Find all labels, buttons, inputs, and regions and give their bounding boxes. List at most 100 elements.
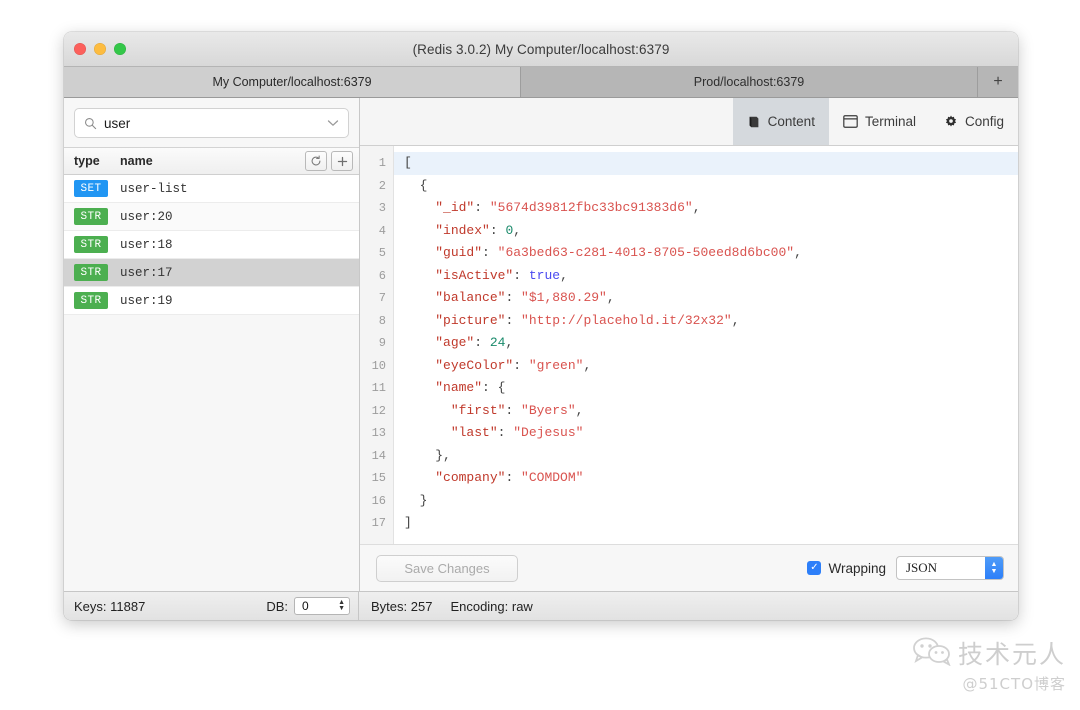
token-punct: }, <box>435 448 451 463</box>
tab-content-label: Content <box>768 114 815 129</box>
search-input[interactable]: user <box>104 116 327 131</box>
token-punct: , <box>560 268 568 283</box>
code-line[interactable]: "age": 24, <box>394 332 1018 355</box>
key-type-badge: STR <box>74 292 108 309</box>
minimize-button[interactable] <box>94 43 106 55</box>
token-punct: , <box>513 223 521 238</box>
code-line[interactable]: "last": "Dejesus" <box>394 422 1018 445</box>
checkbox-checked-icon[interactable]: ✓ <box>807 561 821 575</box>
key-list-item-selected[interactable]: STR user:17 <box>64 259 359 287</box>
code-indent <box>404 178 420 193</box>
window-title: (Redis 3.0.2) My Computer/localhost:6379 <box>64 42 1018 57</box>
token-key: "company" <box>435 470 505 485</box>
code-line[interactable]: "picture": "http://placehold.it/32x32", <box>394 310 1018 333</box>
zoom-button[interactable] <box>114 43 126 55</box>
column-header-name: name <box>120 154 301 168</box>
status-left: Keys: 11887 DB: 0 ▲▼ <box>64 592 359 620</box>
token-punct: , <box>732 313 740 328</box>
code-line[interactable]: "index": 0, <box>394 220 1018 243</box>
add-connection-tab-button[interactable]: + <box>978 67 1018 97</box>
token-key: "eyeColor" <box>435 358 513 373</box>
sidebar: user type name <box>64 98 360 591</box>
token-punct: : <box>474 200 490 215</box>
wrapping-checkbox[interactable]: ✓ Wrapping <box>807 561 886 576</box>
tab-content[interactable]: Content <box>733 98 829 145</box>
key-type-badge: STR <box>74 236 108 253</box>
search-icon <box>84 117 97 130</box>
line-number: 17 <box>360 512 393 535</box>
token-punct: : <box>513 358 529 373</box>
watermark: 技术元人 @51CTO博客 <box>912 635 1066 694</box>
code-line[interactable]: "company": "COMDOM" <box>394 467 1018 490</box>
token-key: "name" <box>435 380 482 395</box>
tab-terminal[interactable]: Terminal <box>829 98 930 145</box>
code-indent <box>404 223 435 238</box>
save-changes-button[interactable]: Save Changes <box>376 555 518 582</box>
line-number: 16 <box>360 490 393 513</box>
token-punct: ] <box>404 515 412 530</box>
code-line[interactable]: "isActive": true, <box>394 265 1018 288</box>
key-name-label: user:17 <box>120 266 173 280</box>
code-area[interactable]: [ { "_id": "5674d39812fbc33bc91383d6", "… <box>394 146 1018 544</box>
code-line[interactable]: [ <box>394 152 1018 175</box>
key-list-item[interactable]: STR user:20 <box>64 203 359 231</box>
format-select[interactable]: JSON ▲▼ <box>896 556 1004 580</box>
code-line[interactable]: "eyeColor": "green", <box>394 355 1018 378</box>
column-header-type: type <box>64 154 120 168</box>
code-line[interactable]: { <box>394 175 1018 198</box>
line-number: 10 <box>360 355 393 378</box>
code-line[interactable]: }, <box>394 445 1018 468</box>
json-editor[interactable]: 1234567891011121314151617 [ { "_id": "56… <box>360 146 1018 544</box>
connection-tab-prod[interactable]: Prod/localhost:6379 <box>521 67 978 97</box>
watermark-subtitle: @51CTO博客 <box>962 673 1066 694</box>
line-number: 1 <box>360 152 393 175</box>
token-punct: , <box>505 335 513 350</box>
code-line[interactable]: } <box>394 490 1018 513</box>
code-line[interactable]: "balance": "$1,880.29", <box>394 287 1018 310</box>
db-label: DB: <box>266 599 288 614</box>
token-punct: } <box>420 493 428 508</box>
close-button[interactable] <box>74 43 86 55</box>
connection-tab-my-computer[interactable]: My Computer/localhost:6379 <box>64 67 521 97</box>
token-punct: , <box>794 245 802 260</box>
token-str: "COMDOM" <box>521 470 583 485</box>
status-right: Bytes: 257 Encoding: raw <box>359 599 1018 614</box>
line-number: 3 <box>360 197 393 220</box>
token-punct: : <box>505 290 521 305</box>
main-split: user type name <box>64 98 1018 591</box>
wrapping-label: Wrapping <box>828 561 886 576</box>
chevron-updown-icon[interactable]: ▲▼ <box>985 557 1003 579</box>
code-indent <box>404 358 435 373</box>
plus-icon[interactable] <box>331 151 353 171</box>
line-number: 2 <box>360 175 393 198</box>
code-line[interactable]: ] <box>394 512 1018 535</box>
code-line[interactable]: "_id": "5674d39812fbc33bc91383d6", <box>394 197 1018 220</box>
token-punct: : <box>498 425 514 440</box>
key-list-header: type name <box>64 147 359 175</box>
token-str: "6a3bed63-c281-4013-8705-50eed8d6bc00" <box>498 245 794 260</box>
db-select-value: 0 <box>302 599 309 613</box>
line-number: 14 <box>360 445 393 468</box>
key-list[interactable]: SET user-list STR user:20 STR user:18 ST… <box>64 175 359 591</box>
stepper-icon[interactable]: ▲▼ <box>338 600 345 612</box>
line-number: 13 <box>360 422 393 445</box>
code-indent <box>404 335 435 350</box>
token-key: "guid" <box>435 245 482 260</box>
token-key: "isActive" <box>435 268 513 283</box>
token-punct: , <box>576 403 584 418</box>
search-box[interactable]: user <box>74 108 349 138</box>
code-indent <box>404 493 420 508</box>
tab-config[interactable]: Config <box>930 98 1018 145</box>
key-list-item[interactable]: SET user-list <box>64 175 359 203</box>
panel-tab-bar: Content Terminal <box>360 98 1018 146</box>
code-line[interactable]: "guid": "6a3bed63-c281-4013-8705-50eed8d… <box>394 242 1018 265</box>
code-line[interactable]: "first": "Byers", <box>394 400 1018 423</box>
db-select[interactable]: 0 ▲▼ <box>294 597 350 615</box>
tab-terminal-label: Terminal <box>865 114 916 129</box>
code-line[interactable]: "name": { <box>394 377 1018 400</box>
chevron-down-icon[interactable] <box>327 119 339 127</box>
code-indent <box>404 200 435 215</box>
refresh-icon[interactable] <box>305 151 327 171</box>
key-list-item[interactable]: STR user:19 <box>64 287 359 315</box>
key-list-item[interactable]: STR user:18 <box>64 231 359 259</box>
